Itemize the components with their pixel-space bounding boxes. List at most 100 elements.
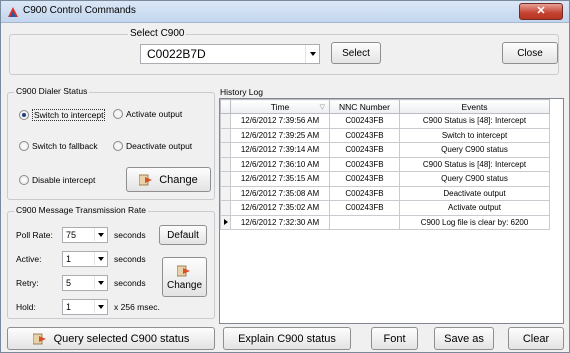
query-status-button[interactable]: Query selected C900 status — [7, 327, 215, 350]
rate-change-button[interactable]: Change — [162, 257, 207, 297]
column-header-nnc-number[interactable]: NNC Number — [329, 99, 400, 114]
time-cell: 12/6/2012 7:39:25 AM — [230, 127, 330, 143]
radio-icon — [19, 141, 29, 151]
retry-label: Retry: — [16, 278, 39, 288]
time-cell: 12/6/2012 7:39:56 AM — [230, 113, 330, 129]
poll-rate-label: Poll Rate: — [16, 230, 53, 240]
select-button[interactable]: Select — [331, 42, 381, 64]
c900-select-value: C0022B7D — [147, 47, 206, 61]
event-cell: Query C900 status — [399, 142, 550, 158]
chevron-down-icon[interactable] — [94, 252, 107, 265]
time-cell: 12/6/2012 7:35:08 AM — [230, 185, 330, 201]
active-label: Active: — [16, 254, 42, 264]
time-cell: 12/6/2012 7:35:02 AM — [230, 200, 330, 216]
event-cell: C900 Status is [48]: Intercept — [399, 113, 550, 129]
event-cell: Query C900 status — [399, 171, 550, 187]
change-arrow-icon — [139, 174, 153, 186]
clear-button[interactable]: Clear — [508, 327, 564, 350]
window-title: C900 Control Commands — [23, 5, 136, 16]
active-combo[interactable]: 1 — [62, 251, 108, 267]
table-row[interactable]: 12/6/2012 7:39:14 AM C00243FB Query C900… — [220, 142, 550, 158]
row-selector[interactable] — [220, 156, 231, 172]
radio-switch-to-fallback[interactable]: Switch to fallback — [19, 141, 98, 151]
nnc-cell — [329, 214, 400, 230]
event-cell: Activate output — [399, 200, 550, 216]
dialer-status-label: C900 Dialer Status — [14, 86, 90, 96]
history-log-grid[interactable]: Time ▽ NNC Number Events 12/6/2012 7:39:… — [219, 98, 564, 324]
history-header-row: Time ▽ NNC Number Events — [220, 99, 550, 114]
hold-label: Hold: — [16, 302, 36, 312]
retry-unit: seconds — [114, 278, 146, 288]
nnc-cell: C00243FB — [329, 156, 400, 172]
sort-icon: ▽ — [319, 104, 325, 111]
c900-select-combo[interactable]: C0022B7D — [140, 44, 320, 64]
dialer-change-button[interactable]: Change — [126, 167, 211, 192]
history-table: Time ▽ NNC Number Events 12/6/2012 7:39:… — [220, 99, 550, 230]
query-arrow-icon — [32, 333, 46, 345]
time-cell: 12/6/2012 7:32:30 AM — [230, 214, 330, 230]
row-selector[interactable] — [220, 214, 231, 230]
radio-switch-to-intercept[interactable]: Switch to intercept — [19, 109, 106, 121]
select-c900-label: Select C900 — [128, 28, 187, 39]
event-cell: C900 Log file is clear by: 6200 — [399, 214, 550, 230]
row-selector[interactable] — [220, 142, 231, 158]
active-unit: seconds — [114, 254, 146, 264]
hold-unit: x 256 msec. — [114, 302, 160, 312]
time-cell: 12/6/2012 7:36:10 AM — [230, 156, 330, 172]
chevron-down-icon[interactable] — [305, 45, 319, 63]
nnc-cell: C00243FB — [329, 142, 400, 158]
column-header-events[interactable]: Events — [399, 99, 550, 114]
row-selector[interactable] — [220, 113, 231, 129]
history-log-label: History Log — [220, 87, 263, 97]
table-row[interactable]: 12/6/2012 7:35:08 AM C00243FB Deactivate… — [220, 185, 550, 201]
nnc-cell: C00243FB — [329, 185, 400, 201]
radio-icon — [113, 109, 123, 119]
main-window: C900 Control Commands ✕ Select C900 C002… — [0, 0, 570, 353]
retry-combo[interactable]: 5 — [62, 275, 108, 291]
explain-status-button[interactable]: Explain C900 status — [223, 327, 351, 350]
default-button[interactable]: Default — [159, 225, 207, 245]
row-pointer-icon — [223, 218, 228, 225]
window-close-button[interactable]: ✕ — [519, 3, 563, 20]
nnc-cell: C00243FB — [329, 171, 400, 187]
chevron-down-icon[interactable] — [94, 276, 107, 289]
title-bar[interactable]: C900 Control Commands ✕ — [1, 1, 569, 23]
hold-combo[interactable]: 1 — [62, 299, 108, 315]
event-cell: Switch to intercept — [399, 127, 550, 143]
poll-rate-unit: seconds — [114, 230, 146, 240]
poll-rate-combo[interactable]: 75 — [62, 227, 108, 243]
table-row[interactable]: 12/6/2012 7:36:10 AM C00243FB C900 Statu… — [220, 156, 550, 172]
close-button[interactable]: Close — [502, 42, 558, 64]
nnc-cell: C00243FB — [329, 113, 400, 129]
event-cell: C900 Status is [48]: Intercept — [399, 156, 550, 172]
change-arrow-icon — [177, 265, 190, 276]
row-selector[interactable] — [220, 127, 231, 143]
radio-deactivate-output[interactable]: Deactivate output — [113, 141, 192, 151]
radio-icon — [19, 110, 29, 120]
save-as-button[interactable]: Save as — [434, 327, 494, 350]
table-row[interactable]: 12/6/2012 7:35:15 AM C00243FB Query C900… — [220, 171, 550, 187]
radio-icon — [113, 141, 123, 151]
chevron-down-icon[interactable] — [94, 228, 107, 241]
radio-icon — [19, 175, 29, 185]
time-cell: 12/6/2012 7:39:14 AM — [230, 142, 330, 158]
app-icon — [8, 7, 18, 17]
transmission-rate-label: C900 Message Transmission Rate — [14, 205, 148, 215]
event-cell: Deactivate output — [399, 185, 550, 201]
table-row[interactable]: 12/6/2012 7:39:56 AM C00243FB C900 Statu… — [220, 113, 550, 129]
row-selector[interactable] — [220, 171, 231, 187]
nnc-cell: C00243FB — [329, 127, 400, 143]
column-header-time[interactable]: Time ▽ — [230, 99, 330, 114]
row-selector[interactable] — [220, 200, 231, 216]
chevron-down-icon[interactable] — [94, 300, 107, 313]
row-header-corner — [220, 99, 231, 114]
row-selector[interactable] — [220, 185, 231, 201]
font-button[interactable]: Font — [371, 327, 418, 350]
table-row[interactable]: 12/6/2012 7:32:30 AM C900 Log file is cl… — [220, 214, 550, 230]
table-row[interactable]: 12/6/2012 7:35:02 AM C00243FB Activate o… — [220, 200, 550, 216]
nnc-cell: C00243FB — [329, 200, 400, 216]
radio-activate-output[interactable]: Activate output — [113, 109, 182, 119]
table-row[interactable]: 12/6/2012 7:39:25 AM C00243FB Switch to … — [220, 127, 550, 143]
time-cell: 12/6/2012 7:35:15 AM — [230, 171, 330, 187]
radio-disable-intercept[interactable]: Disable intercept — [19, 175, 95, 185]
